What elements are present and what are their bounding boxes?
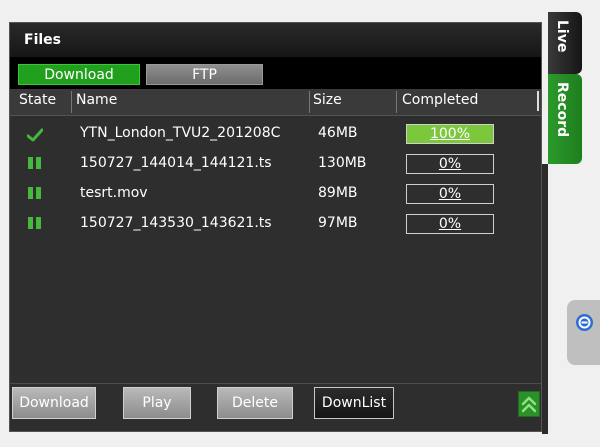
side-widget xyxy=(567,300,600,365)
footer-divider xyxy=(10,383,541,384)
table-row[interactable]: YTN_London_TVU2_201208C 46MB 100% xyxy=(10,120,541,150)
table-row[interactable]: 150727_144014_144121.ts 130MB 0% xyxy=(10,150,541,180)
downlist-button[interactable]: DownList xyxy=(314,387,394,419)
progress-bar: 0% xyxy=(406,214,494,234)
progress-label: 0% xyxy=(438,156,462,172)
column-divider xyxy=(309,91,310,113)
progress-bar: 100% xyxy=(406,124,494,144)
progress-label: 100% xyxy=(429,126,471,142)
files-panel: Files Download FTP State Name Size Compl… xyxy=(9,22,542,432)
download-button[interactable]: Download xyxy=(12,387,96,419)
column-header-completed[interactable]: Completed xyxy=(402,92,478,108)
tab-ftp[interactable]: FTP xyxy=(146,64,263,85)
file-name: 150727_144014_144121.ts xyxy=(80,155,272,171)
file-size: 97MB xyxy=(318,215,358,231)
progress-bar: 0% xyxy=(406,184,494,204)
file-size: 46MB xyxy=(318,125,358,141)
table-header: State Name Size Completed xyxy=(10,89,541,116)
table-row[interactable]: tesrt.mov 89MB 0% xyxy=(10,180,541,210)
play-button[interactable]: Play xyxy=(123,387,191,419)
file-size: 130MB xyxy=(318,155,367,171)
column-divider xyxy=(396,91,397,113)
tab-bar: Download FTP xyxy=(10,57,541,89)
delete-button[interactable]: Delete xyxy=(217,387,293,419)
file-name: YTN_London_TVU2_201208C xyxy=(80,125,281,141)
column-header-state[interactable]: State xyxy=(19,92,56,108)
side-tab-live[interactable]: Live xyxy=(548,12,582,74)
file-name: 150727_143530_143621.ts xyxy=(80,215,272,231)
side-tab-label: Record xyxy=(554,82,570,138)
table-row[interactable]: 150727_143530_143621.ts 97MB 0% xyxy=(10,210,541,240)
file-size: 89MB xyxy=(318,185,358,201)
column-header-size[interactable]: Size xyxy=(313,92,342,108)
column-header-name[interactable]: Name xyxy=(76,92,117,108)
column-divider xyxy=(71,91,72,113)
pause-icon xyxy=(27,157,43,171)
file-name: tesrt.mov xyxy=(80,185,148,201)
side-tab-record[interactable]: Record xyxy=(548,74,582,164)
panel-right-edge xyxy=(542,164,548,434)
panel-title: Files xyxy=(24,32,61,48)
checkmark-icon xyxy=(26,127,44,142)
column-resize-handle[interactable] xyxy=(537,91,539,111)
progress-bar: 0% xyxy=(406,154,494,174)
pause-icon xyxy=(27,187,43,201)
progress-label: 0% xyxy=(438,216,462,232)
pause-icon xyxy=(27,217,43,231)
record-icon[interactable] xyxy=(576,314,593,331)
panel-header: Files xyxy=(10,23,541,57)
double-chevron-up-icon[interactable] xyxy=(518,391,540,417)
side-tab-label: Live xyxy=(554,20,570,53)
progress-label: 0% xyxy=(438,186,462,202)
tab-download[interactable]: Download xyxy=(18,64,140,85)
